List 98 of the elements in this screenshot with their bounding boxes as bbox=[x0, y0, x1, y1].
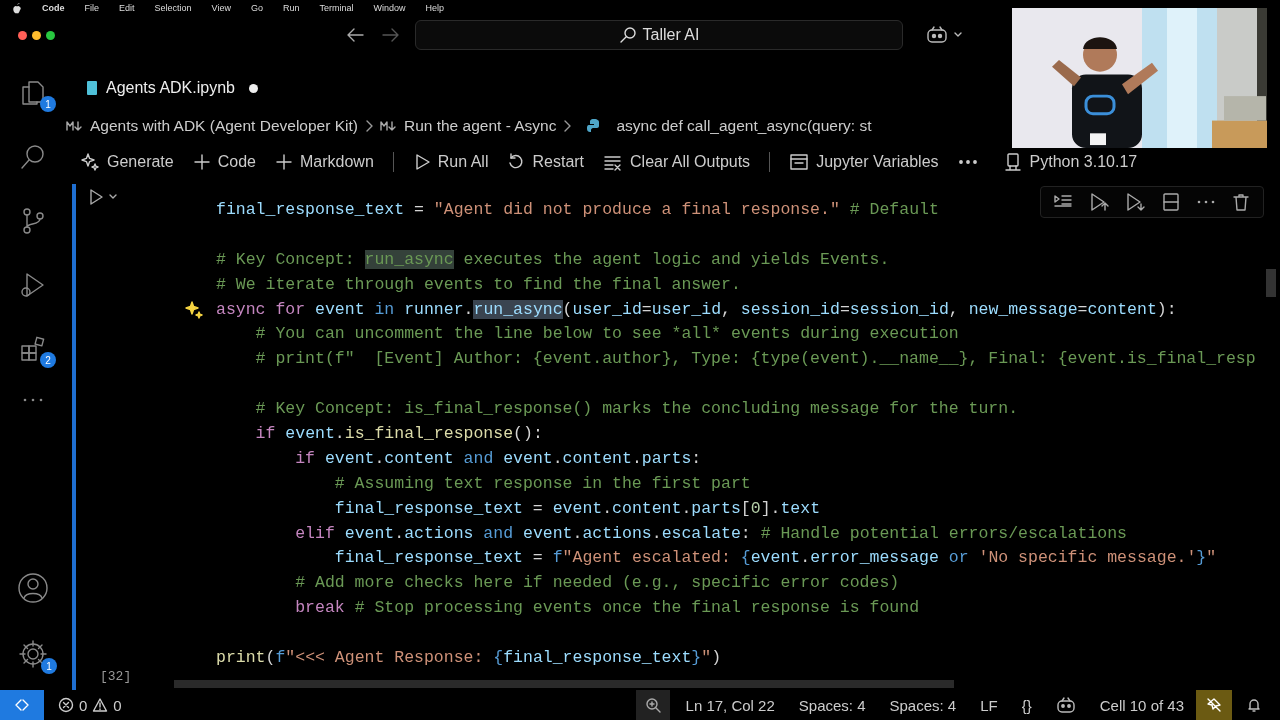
forward-arrow-icon bbox=[381, 27, 401, 43]
code-line: final_response_text = f"Agent escalated: {event.error_message or 'No specific message.'}" bbox=[333, 547, 1217, 570]
scrollbar-thumb[interactable] bbox=[1266, 269, 1276, 297]
toolbar-button[interactable]: Python 3.10.17 bbox=[1002, 152, 1138, 172]
more-icon bbox=[957, 157, 978, 167]
caret-icon bbox=[108, 193, 118, 201]
status-item[interactable]: LF bbox=[980, 696, 998, 714]
menu-item[interactable]: Window bbox=[373, 2, 406, 13]
toolbar-button[interactable]: Generate bbox=[80, 152, 174, 172]
cell-tool-button[interactable] bbox=[1231, 192, 1251, 212]
back-arrow-icon bbox=[345, 27, 365, 43]
status-item[interactable]: {} bbox=[1021, 696, 1032, 714]
markdown-icon bbox=[66, 120, 84, 132]
toolbar-button[interactable]: Restart bbox=[507, 153, 585, 171]
menu-item[interactable]: File bbox=[84, 2, 99, 13]
problems-button[interactable]: 0 0 bbox=[58, 696, 122, 714]
command-center[interactable]: Taller AI bbox=[415, 20, 903, 50]
code-line: # Add more checks here if needed (e.g., specific error codes) bbox=[294, 572, 900, 595]
toolbar-button[interactable]: Markdown bbox=[274, 153, 374, 171]
run-icon bbox=[88, 188, 104, 206]
menu-item[interactable]: Edit bbox=[119, 2, 135, 13]
robot-icon bbox=[925, 25, 949, 45]
minimize-button[interactable] bbox=[32, 30, 41, 40]
menu-item[interactable]: View bbox=[211, 2, 231, 13]
settings-icon bbox=[17, 638, 49, 670]
code-line: elif event.actions and event.actions.escalate: # Handle potential errors/escalations bbox=[294, 522, 1127, 545]
run-cell-button[interactable] bbox=[88, 188, 118, 206]
editor-tab[interactable]: Agents ADK.ipynb bbox=[86, 79, 258, 97]
cell-tool-button[interactable] bbox=[1197, 200, 1215, 204]
code-line: if event.is_final_response(): bbox=[254, 423, 543, 445]
slashed-pin-icon bbox=[1205, 696, 1223, 714]
code-line: final_response_text = "Agent did not produce a final response." # Default bbox=[216, 199, 939, 221]
bell-icon bbox=[1246, 697, 1262, 713]
copilot-icon bbox=[1055, 696, 1076, 714]
breadcrumb-item[interactable]: Agents with ADK (Agent Developer Kit) bbox=[90, 117, 358, 135]
account-icon bbox=[17, 572, 49, 604]
apple-icon bbox=[12, 1, 22, 14]
code-line: # print(f" [Event] Author: {event.author}, Type: {type(event).__name__}, Final: {event.is_final_resp bbox=[254, 348, 1256, 371]
warning-icon bbox=[92, 697, 109, 713]
kernel-icon bbox=[1002, 152, 1023, 172]
remote-icon bbox=[14, 697, 30, 713]
cell-tool-button[interactable] bbox=[1125, 192, 1145, 212]
code-line: break # Stop processing events once the final response is found bbox=[294, 597, 920, 620]
execution-count: [32] bbox=[100, 669, 132, 684]
breadcrumb-item[interactable]: Run the agent - Async bbox=[403, 117, 557, 135]
code-line: # Key Concept: run_async executes the agent logic and yields Events. bbox=[216, 248, 890, 271]
trash-icon bbox=[1231, 192, 1251, 212]
split-cell-icon bbox=[1161, 192, 1181, 212]
close-button[interactable] bbox=[18, 30, 27, 40]
code-line: # Key Concept: is_final_response() marks the concluding message for the turn. bbox=[254, 398, 1019, 421]
code-line: final_response_text = event.content.parts[0].text bbox=[333, 497, 821, 520]
breadcrumb-item[interactable]: async def call_agent_async(query: st bbox=[616, 117, 872, 135]
markdown-icon bbox=[379, 120, 398, 132]
error-icon bbox=[58, 697, 74, 713]
count-badge: 1 bbox=[41, 658, 57, 674]
more-icon bbox=[1197, 200, 1215, 204]
status-item[interactable]: Spaces: 4 bbox=[889, 696, 957, 714]
code-line: # Assuming text response in the first part bbox=[333, 472, 751, 495]
menu-item[interactable]: Help bbox=[425, 2, 444, 13]
toolbar-button[interactable]: Clear All Outputs bbox=[603, 153, 751, 171]
menu-item[interactable]: Terminal bbox=[319, 2, 354, 13]
zoom-button[interactable] bbox=[635, 690, 670, 720]
toolbar-button[interactable]: Code bbox=[192, 153, 256, 171]
status-item[interactable]: Spaces: 4 bbox=[798, 696, 866, 714]
sparkle-icon bbox=[80, 152, 100, 172]
code-line: print(f"<<< Agent Response: {final_response_text}") bbox=[216, 647, 722, 670]
menu-item[interactable]: Go bbox=[250, 2, 263, 13]
more-button[interactable] bbox=[957, 157, 978, 167]
clear-icon bbox=[603, 153, 624, 171]
run-below-icon bbox=[1125, 192, 1145, 212]
run-above-icon bbox=[1089, 192, 1109, 212]
plus-icon bbox=[192, 153, 211, 171]
status-item[interactable]: Ln 17, Col 22 bbox=[685, 696, 775, 714]
zoom-icon bbox=[644, 697, 661, 713]
chevron-icon bbox=[562, 119, 573, 133]
code-line: if event.content and event.content.parts: bbox=[294, 447, 702, 470]
variables-icon bbox=[789, 153, 810, 171]
sparkle-icon bbox=[184, 299, 204, 320]
menu-item[interactable]: Run bbox=[282, 2, 300, 13]
code-line: # You can uncomment the line below to see *all* events during execution bbox=[254, 323, 959, 346]
caret-icon bbox=[953, 31, 963, 39]
cell-tool-button[interactable] bbox=[1161, 192, 1181, 212]
menu-item[interactable]: Selection bbox=[154, 2, 192, 13]
toolbar-button[interactable]: Run All bbox=[412, 153, 489, 171]
search-icon bbox=[618, 26, 637, 44]
count-badge: 2 bbox=[40, 352, 56, 368]
menu-item[interactable]: Code bbox=[42, 2, 65, 13]
maximize-button[interactable] bbox=[46, 30, 55, 40]
count-badge: 1 bbox=[40, 96, 56, 112]
cell-tool-button[interactable] bbox=[1089, 192, 1109, 212]
notebook-icon bbox=[86, 80, 98, 96]
code-line: # We iterate through events to find the final answer. bbox=[216, 273, 741, 296]
status-item[interactable]: Cell 10 of 43 bbox=[1099, 696, 1184, 714]
code-line: async for event in runner.run_async(user_id=user_id, session_id=session_id, new_message=content): bbox=[216, 297, 1177, 323]
toolbar-button[interactable]: Jupyter Variables bbox=[789, 153, 939, 171]
scrollbar-thumb[interactable] bbox=[174, 680, 954, 688]
plus-icon bbox=[274, 153, 293, 171]
status-button[interactable] bbox=[1196, 690, 1232, 720]
